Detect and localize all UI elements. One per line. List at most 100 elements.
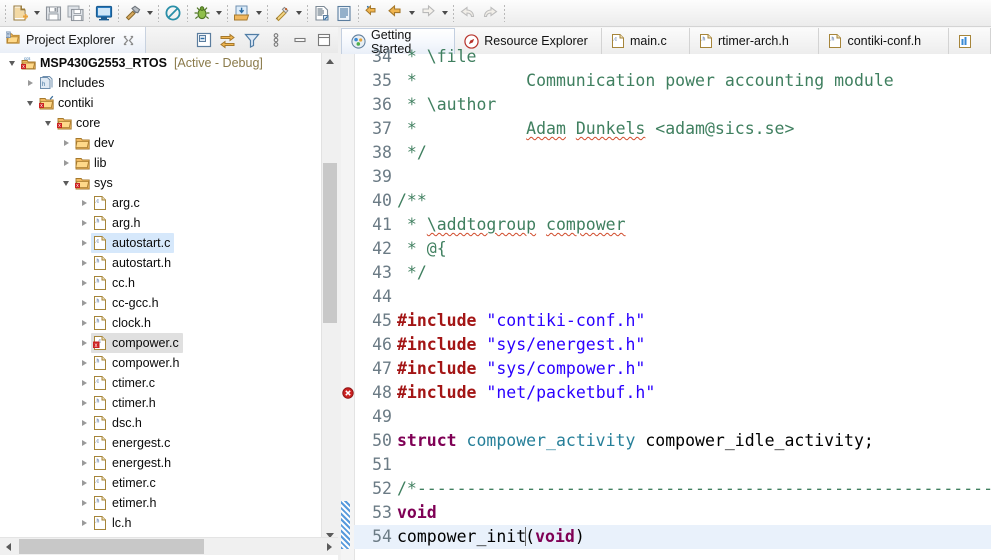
chevron-down-icon[interactable] [5,53,19,73]
code-line[interactable]: 36 * \author [341,93,991,117]
project-tree-horizontal-scrollbar[interactable] [0,537,338,555]
link-with-editor-icon[interactable] [219,32,236,49]
chevron-right-icon[interactable] [77,253,91,273]
chevron-down-icon[interactable] [144,2,155,24]
chevron-down-icon[interactable] [23,93,37,113]
code-line[interactable]: 43 */ [341,261,991,285]
chevron-right-icon[interactable] [77,333,91,353]
chevron-down-icon[interactable] [59,173,73,193]
minimize-view-icon[interactable] [291,32,308,49]
collapse-all-icon[interactable] [195,32,212,49]
code-line[interactable]: 38 */ [341,141,991,165]
chevron-down-icon[interactable] [41,113,55,133]
code-line[interactable]: 44 [341,285,991,309]
code-line[interactable]: 41 * \addtogroup compower [341,213,991,237]
toolbar-button-build-hammer[interactable] [122,2,144,24]
chevron-right-icon[interactable] [59,133,73,153]
tree-item-dsc-h[interactable]: .h dsc.h [0,413,322,433]
toolbar-button-console[interactable] [93,2,115,24]
chevron-right-icon[interactable] [77,273,91,293]
toolbar-button-back-nav[interactable] [457,2,479,24]
horizontal-scroll-thumb[interactable] [19,539,204,554]
tree-item-autostart-c[interactable]: .c autostart.c [0,233,322,253]
code-line[interactable]: 40 /** [341,189,991,213]
tree-item-etimer-h[interactable]: .h etimer.h [0,493,322,513]
tree-item-cc-h[interactable]: .h cc.h [0,273,322,293]
chevron-right-icon[interactable] [77,513,91,533]
toolbar-button-no-entry[interactable] [162,2,184,24]
view-menu-icon[interactable] [267,32,284,49]
tree-item-energest-h[interactable]: .h energest.h [0,453,322,473]
tree-item-ctimer-h[interactable]: .h ctimer.h [0,393,322,413]
chevron-right-icon[interactable] [77,373,91,393]
tree-item-msp430g2553-rtos[interactable]: ccs x MSP430G2553_RTOS [Active - Debug] [0,53,322,73]
code-line[interactable]: 54 compower_init(void) [341,525,991,549]
code-line[interactable]: 47 #include "sys/compower.h" [341,357,991,381]
code-line[interactable]: 46 #include "sys/energest.h" [341,333,991,357]
chevron-down-icon[interactable] [406,2,417,24]
scroll-up-arrow-icon[interactable] [322,53,338,69]
chevron-right-icon[interactable] [77,493,91,513]
maximize-view-icon[interactable] [315,32,332,49]
tree-item-energest-c[interactable]: .c energest.c [0,433,322,453]
chevron-right-icon[interactable] [77,293,91,313]
tree-item-lc-h[interactable]: .h lc.h [0,513,322,533]
tree-item-ctimer-c[interactable]: .c ctimer.c [0,373,322,393]
code-line[interactable]: 37 * Adam Dunkels <adam@sics.se> [341,117,991,141]
chevron-down-icon[interactable] [213,2,224,24]
chevron-right-icon[interactable] [23,73,37,93]
chevron-right-icon[interactable] [77,313,91,333]
toolbar-button-run-import[interactable] [231,2,253,24]
chevron-right-icon[interactable] [77,453,91,473]
chevron-down-icon[interactable] [253,2,264,24]
chevron-right-icon[interactable] [77,433,91,453]
chevron-right-icon[interactable] [77,393,91,413]
tree-item-includes[interactable]: h Includes [0,73,322,93]
code-line[interactable]: 49 [341,405,991,429]
code-view[interactable]: 34 * \file 35 * Communication power accou… [341,47,991,560]
chevron-right-icon[interactable] [77,213,91,233]
tree-item-core[interactable]: x core [0,113,322,133]
tree-item-lib[interactable]: lib [0,153,322,173]
tree-item-dev[interactable]: dev [0,133,322,153]
tree-item-sys[interactable]: x sys [0,173,322,193]
code-line[interactable]: 51 [341,453,991,477]
project-tree[interactable]: ccs x MSP430G2553_RTOS [Active - Debug] h Inc… [0,53,322,543]
chevron-down-icon[interactable] [439,2,450,24]
toolbar-button-new-file[interactable] [9,2,31,24]
project-tree-vertical-scrollbar[interactable] [321,53,338,543]
tree-item-etimer-c[interactable]: .c etimer.c [0,473,322,493]
tab-project-explorer[interactable]: Project Explorer [0,27,146,53]
toolbar-button-save[interactable] [42,2,64,24]
toolbar-button-next-annotation[interactable] [417,2,439,24]
toolbar-button-new-ccs-project[interactable] [311,2,333,24]
chevron-down-icon[interactable] [293,2,304,24]
toolbar-button-save-all[interactable] [64,2,86,24]
toolbar-button-open-resource[interactable] [333,2,355,24]
tree-item-compower-c[interactable]: .c x compower.c [0,333,322,353]
chevron-right-icon[interactable] [77,413,91,433]
close-view-icon[interactable] [122,34,135,47]
scroll-right-arrow-icon[interactable] [321,538,338,555]
chevron-right-icon[interactable] [77,233,91,253]
vertical-scroll-thumb[interactable] [323,163,337,323]
tree-item-arg-h[interactable]: .h arg.h [0,213,322,233]
chevron-right-icon[interactable] [77,353,91,373]
filters-icon[interactable] [243,32,260,49]
code-line[interactable]: 50 struct compower_activity compower_idle… [341,429,991,453]
code-line[interactable]: 42 * @{ [341,237,991,261]
error-marker-icon[interactable] [341,381,354,405]
toolbar-button-back-to[interactable] [362,2,384,24]
code-line[interactable]: 45 #include "contiki-conf.h" [341,309,991,333]
code-line[interactable]: 34 * \file [341,45,991,69]
tree-item-cc-gcc-h[interactable]: .h cc-gcc.h [0,293,322,313]
tree-item-autostart-h[interactable]: .h autostart.h [0,253,322,273]
chevron-right-icon[interactable] [59,153,73,173]
tree-item-clock-h[interactable]: .h clock.h [0,313,322,333]
tree-item-arg-c[interactable]: .c arg.c [0,193,322,213]
tree-item-compower-h[interactable]: .h compower.h [0,353,322,373]
code-line[interactable]: 53 void [341,501,991,525]
code-line[interactable]: 48 #include "net/packetbuf.h" [341,381,991,405]
chevron-right-icon[interactable] [77,473,91,493]
scroll-left-arrow-icon[interactable] [0,538,17,555]
